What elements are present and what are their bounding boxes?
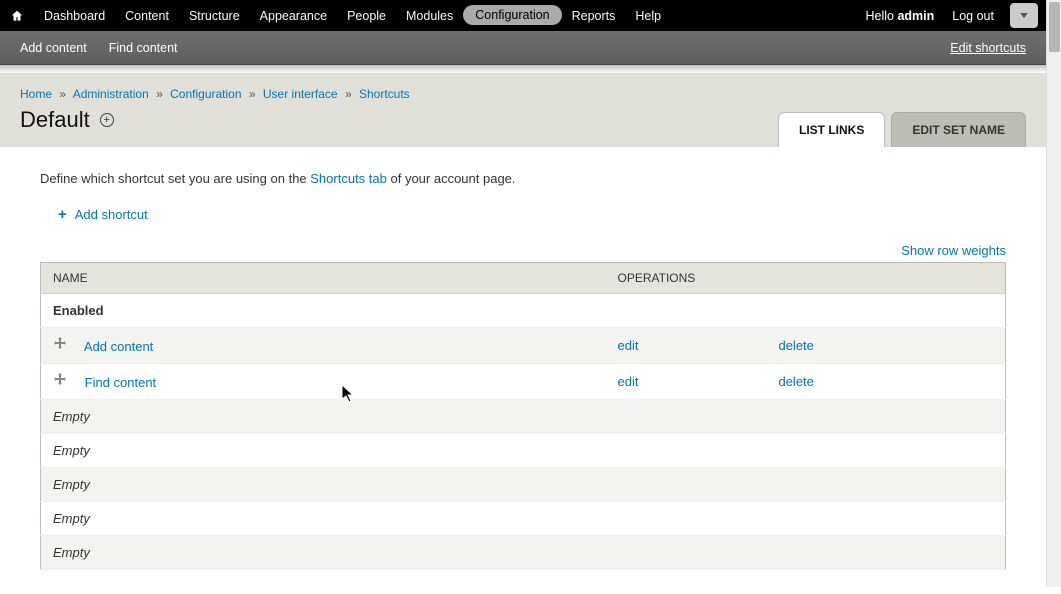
drag-handle-icon[interactable] xyxy=(53,373,67,387)
edit-link[interactable]: edit xyxy=(618,374,639,389)
admin-toolbar: Dashboard Content Structure Appearance P… xyxy=(0,0,1046,31)
row-link-find-content[interactable]: Find content xyxy=(85,375,157,390)
breadcrumb-shortcuts[interactable]: Shortcuts xyxy=(359,87,410,101)
admin-menu: Dashboard Content Structure Appearance P… xyxy=(34,0,671,31)
breadcrumb-user-interface[interactable]: User interface xyxy=(263,87,338,101)
section-enabled: Enabled xyxy=(41,294,1006,328)
add-to-shortcuts-icon[interactable]: + xyxy=(100,113,114,127)
shortcuts-tab-link[interactable]: Shortcuts tab xyxy=(310,171,387,186)
shortcut-table: NAME OPERATIONS Enabled Add content edit xyxy=(40,262,1006,570)
tab-list-links[interactable]: LIST LINKS xyxy=(778,112,885,147)
breadcrumb-sep: » xyxy=(245,87,260,101)
scrollbar-thumb[interactable] xyxy=(1049,2,1060,52)
breadcrumb-sep: » xyxy=(55,87,70,101)
menu-reports[interactable]: Reports xyxy=(562,0,626,31)
col-name: NAME xyxy=(41,263,606,294)
intro-text: Define which shortcut set you are using … xyxy=(40,171,1006,186)
intro-after: of your account page. xyxy=(387,171,516,186)
table-row-empty: Empty xyxy=(41,536,1006,570)
add-shortcut-label: Add shortcut xyxy=(75,207,148,222)
tab-edit-set-name[interactable]: EDIT SET NAME xyxy=(891,112,1026,147)
table-row-empty: Empty xyxy=(41,400,1006,434)
row-link-add-content[interactable]: Add content xyxy=(84,339,153,354)
table-row: Add content edit delete xyxy=(41,328,1006,364)
hello-prefix: Hello xyxy=(866,9,898,23)
empty-cell: Empty xyxy=(41,468,1006,502)
col-operations: OPERATIONS xyxy=(606,263,1006,294)
menu-content[interactable]: Content xyxy=(115,0,179,31)
drag-handle-icon[interactable] xyxy=(53,337,67,351)
toolbar-toggle-icon[interactable] xyxy=(1010,3,1038,28)
breadcrumb-sep: » xyxy=(152,87,167,101)
primary-tabs: LIST LINKS EDIT SET NAME xyxy=(778,112,1026,147)
menu-configuration[interactable]: Configuration xyxy=(463,5,561,25)
table-row-empty: Empty xyxy=(41,434,1006,468)
add-shortcut-link[interactable]: + Add shortcut xyxy=(58,206,1006,223)
username[interactable]: admin xyxy=(897,9,934,23)
empty-cell: Empty xyxy=(41,434,1006,468)
content-region: Define which shortcut set you are using … xyxy=(0,147,1046,594)
delete-link[interactable]: delete xyxy=(778,374,813,389)
user-block: Hello admin Log out xyxy=(866,9,1005,23)
show-row-weights: Show row weights xyxy=(40,243,1006,258)
shortcut-add-content[interactable]: Add content xyxy=(20,41,87,55)
edit-link[interactable]: edit xyxy=(618,338,639,353)
table-row-empty: Empty xyxy=(41,502,1006,536)
edit-shortcuts-link[interactable]: Edit shortcuts xyxy=(950,41,1026,55)
empty-cell: Empty xyxy=(41,536,1006,570)
shortcut-find-content[interactable]: Find content xyxy=(109,41,178,55)
breadcrumb-sep: » xyxy=(341,87,356,101)
breadcrumb-configuration[interactable]: Configuration xyxy=(170,87,241,101)
table-row: Find content edit delete xyxy=(41,364,1006,400)
menu-appearance[interactable]: Appearance xyxy=(250,0,337,31)
scrollbar[interactable] xyxy=(1046,0,1061,587)
logout-link[interactable]: Log out xyxy=(952,9,994,23)
hello-user: Hello admin xyxy=(866,9,935,23)
toolbar-shadow xyxy=(0,65,1046,73)
delete-link[interactable]: delete xyxy=(778,338,813,353)
menu-help[interactable]: Help xyxy=(625,0,671,31)
empty-cell: Empty xyxy=(41,400,1006,434)
menu-modules[interactable]: Modules xyxy=(396,0,463,31)
breadcrumb-administration[interactable]: Administration xyxy=(73,87,149,101)
page-header-area: Home » Administration » Configuration » … xyxy=(0,73,1046,147)
menu-dashboard[interactable]: Dashboard xyxy=(34,0,115,31)
breadcrumb-home[interactable]: Home xyxy=(20,87,52,101)
breadcrumb: Home » Administration » Configuration » … xyxy=(20,87,1026,101)
shortcut-bar: Add content Find content Edit shortcuts xyxy=(0,31,1046,65)
empty-cell: Empty xyxy=(41,502,1006,536)
page-title-text: Default xyxy=(20,107,90,133)
plus-icon: + xyxy=(58,206,67,223)
show-row-weights-link[interactable]: Show row weights xyxy=(901,243,1006,258)
page-title: Default + xyxy=(20,107,114,147)
home-icon[interactable] xyxy=(0,0,34,31)
menu-people[interactable]: People xyxy=(337,0,396,31)
table-row-empty: Empty xyxy=(41,468,1006,502)
menu-structure[interactable]: Structure xyxy=(179,0,250,31)
intro-before: Define which shortcut set you are using … xyxy=(40,171,310,186)
